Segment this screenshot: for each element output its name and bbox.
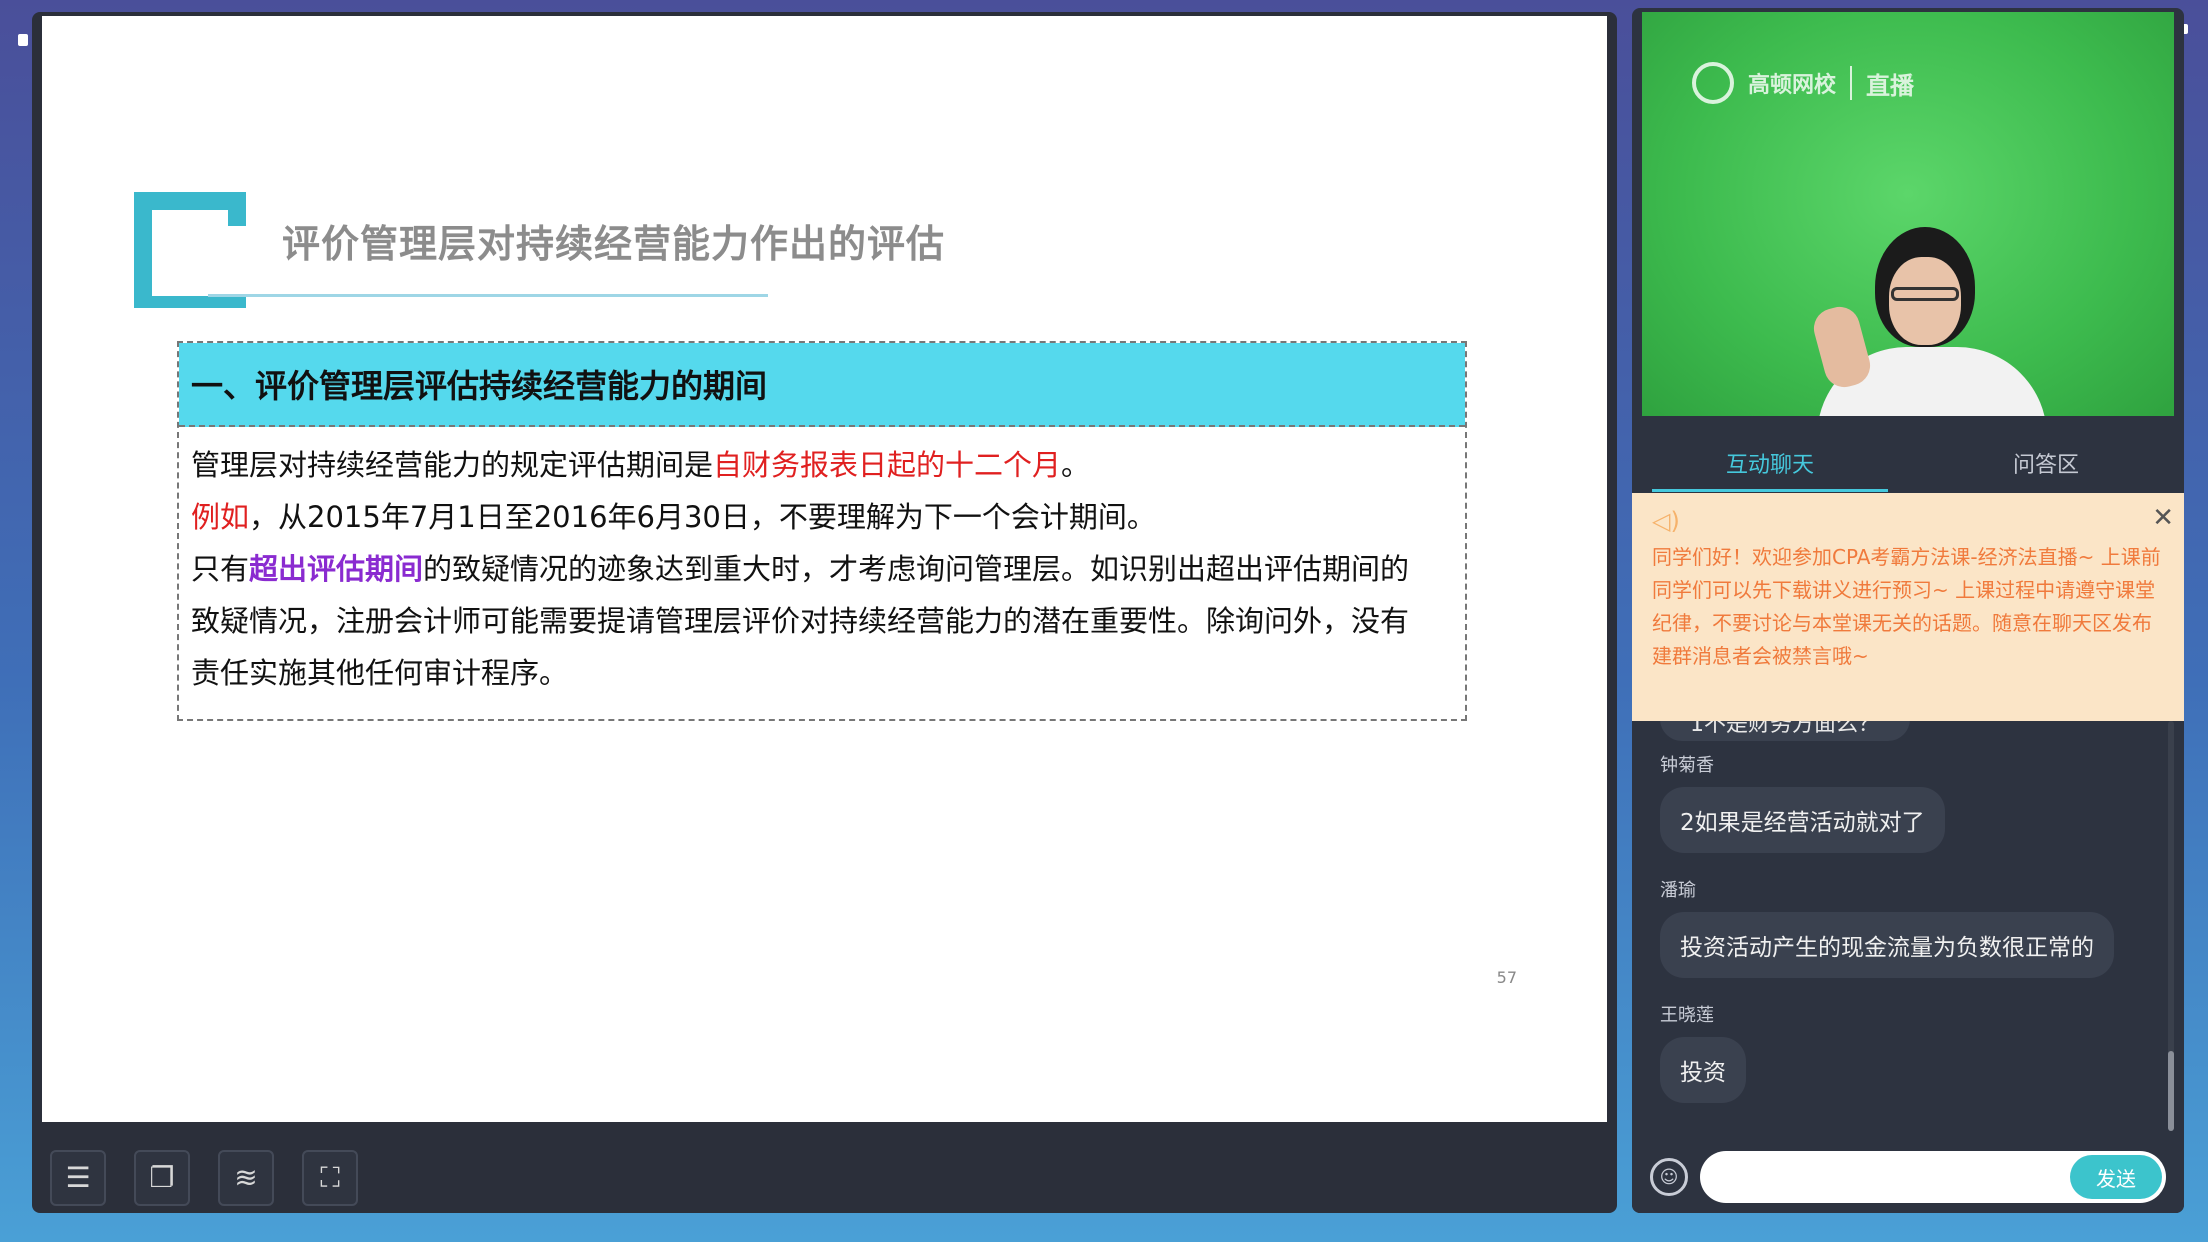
notice-text: 同学们好！欢迎参加CPA考霸方法课-经济法直播~ 上课前同学们可以先下载讲义进行… [1652, 545, 2161, 668]
content-box: 一、评价管理层评估持续经营能力的期间 管理层对持续经营能力的规定评估期间是自财务… [177, 341, 1467, 721]
paragraph-4: 致疑情况，注册会计师可能需要提请管理层评价对持续经营能力的潜在重要性。除询问外，… [191, 604, 1410, 638]
paragraph-5: 责任实施其他任何审计程序。 [191, 656, 569, 690]
chat-input[interactable]: 发送 [1700, 1151, 2166, 1203]
slide-toolbar: ☰ ❐ ≋ ⛶ [32, 1142, 1617, 1213]
list-item: 潘瑜 投资活动产生的现金流量为负数很正常的 [1660, 876, 2114, 978]
section-heading: 一、评价管理层评估持续经营能力的期间 [179, 343, 1465, 427]
chat-input-bar: ☺ 发送 [1632, 1141, 2184, 1213]
slide: 评价管理层对持续经营能力作出的评估 一、评价管理层评估持续经营能力的期间 管理层… [42, 16, 1607, 1122]
paragraph-1: 管理层对持续经营能力的规定评估期间是自财务报表日起的十二个月。 [191, 448, 1091, 482]
tab-qa[interactable]: 问答区 [1908, 428, 2184, 498]
chat-tabs: 互动聊天 问答区 [1632, 428, 2184, 498]
close-icon[interactable]: ✕ [2152, 503, 2174, 533]
notice-banner: ◁) ✕ 同学们好！欢迎参加CPA考霸方法课-经济法直播~ 上课前同学们可以先下… [1632, 493, 2184, 721]
chat-username: 王晓莲 [1660, 1005, 1714, 1026]
chat-bubble: 2如果是经营活动就对了 [1660, 787, 1945, 853]
emoji-icon[interactable]: ☺ [1650, 1158, 1688, 1196]
slide-body: 管理层对持续经营能力的规定评估期间是自财务报表日起的十二个月。 例如，从2015… [179, 439, 1465, 699]
tab-chat[interactable]: 互动聊天 [1632, 428, 1908, 498]
chat-bubble: 投资 [1660, 1037, 1746, 1103]
presenter [1809, 227, 2047, 416]
chat-username: 钟菊香 [1660, 755, 1714, 776]
slide-title: 评价管理层对持续经营能力作出的评估 [282, 222, 946, 266]
copy-icon[interactable]: ❐ [134, 1149, 190, 1206]
chat-username: 潘瑜 [1660, 880, 1696, 901]
side-panel: 高顿网校 直播 互动聊天 问答区 ◁) ✕ 同学们好！欢迎参加CPA考霸方法课-… [1632, 8, 2184, 1213]
brand-logo-icon [1692, 62, 1734, 104]
chat-list: 1不是财务方面么？ 钟菊香 2如果是经营活动就对了 潘瑜 投资活动产生的现金流量… [1632, 697, 2184, 1141]
list-icon[interactable]: ☰ [50, 1149, 106, 1206]
chat-scrollbar-thumb[interactable] [2168, 1051, 2174, 1131]
page-number: 57 [1496, 968, 1517, 987]
slide-panel: 评价管理层对持续经营能力作出的评估 一、评价管理层评估持续经营能力的期间 管理层… [32, 12, 1617, 1213]
title-underline [208, 294, 768, 297]
video-logo: 高顿网校 直播 [1692, 62, 1914, 104]
paragraph-3: 只有超出评估期间的致疑情况的迹象达到重大时，才考虑询问管理层。如识别出超出评估期… [191, 552, 1410, 586]
paragraph-2: 例如，从2015年7月1日至2016年6月30日，不要理解为下一个会计期间。 [191, 500, 1156, 534]
speaker-icon: ◁) [1652, 507, 1680, 535]
send-button[interactable]: 发送 [2070, 1155, 2162, 1199]
list-item: 钟菊香 2如果是经营活动就对了 [1660, 751, 1945, 853]
chat-bubble: 投资活动产生的现金流量为负数很正常的 [1660, 912, 2114, 978]
list-item: 王晓莲 投资 [1660, 1001, 1746, 1103]
wifi-icon[interactable]: ≋ [218, 1149, 274, 1206]
fullscreen-icon[interactable]: ⛶ [302, 1149, 358, 1206]
live-video[interactable]: 高顿网校 直播 [1642, 12, 2174, 416]
